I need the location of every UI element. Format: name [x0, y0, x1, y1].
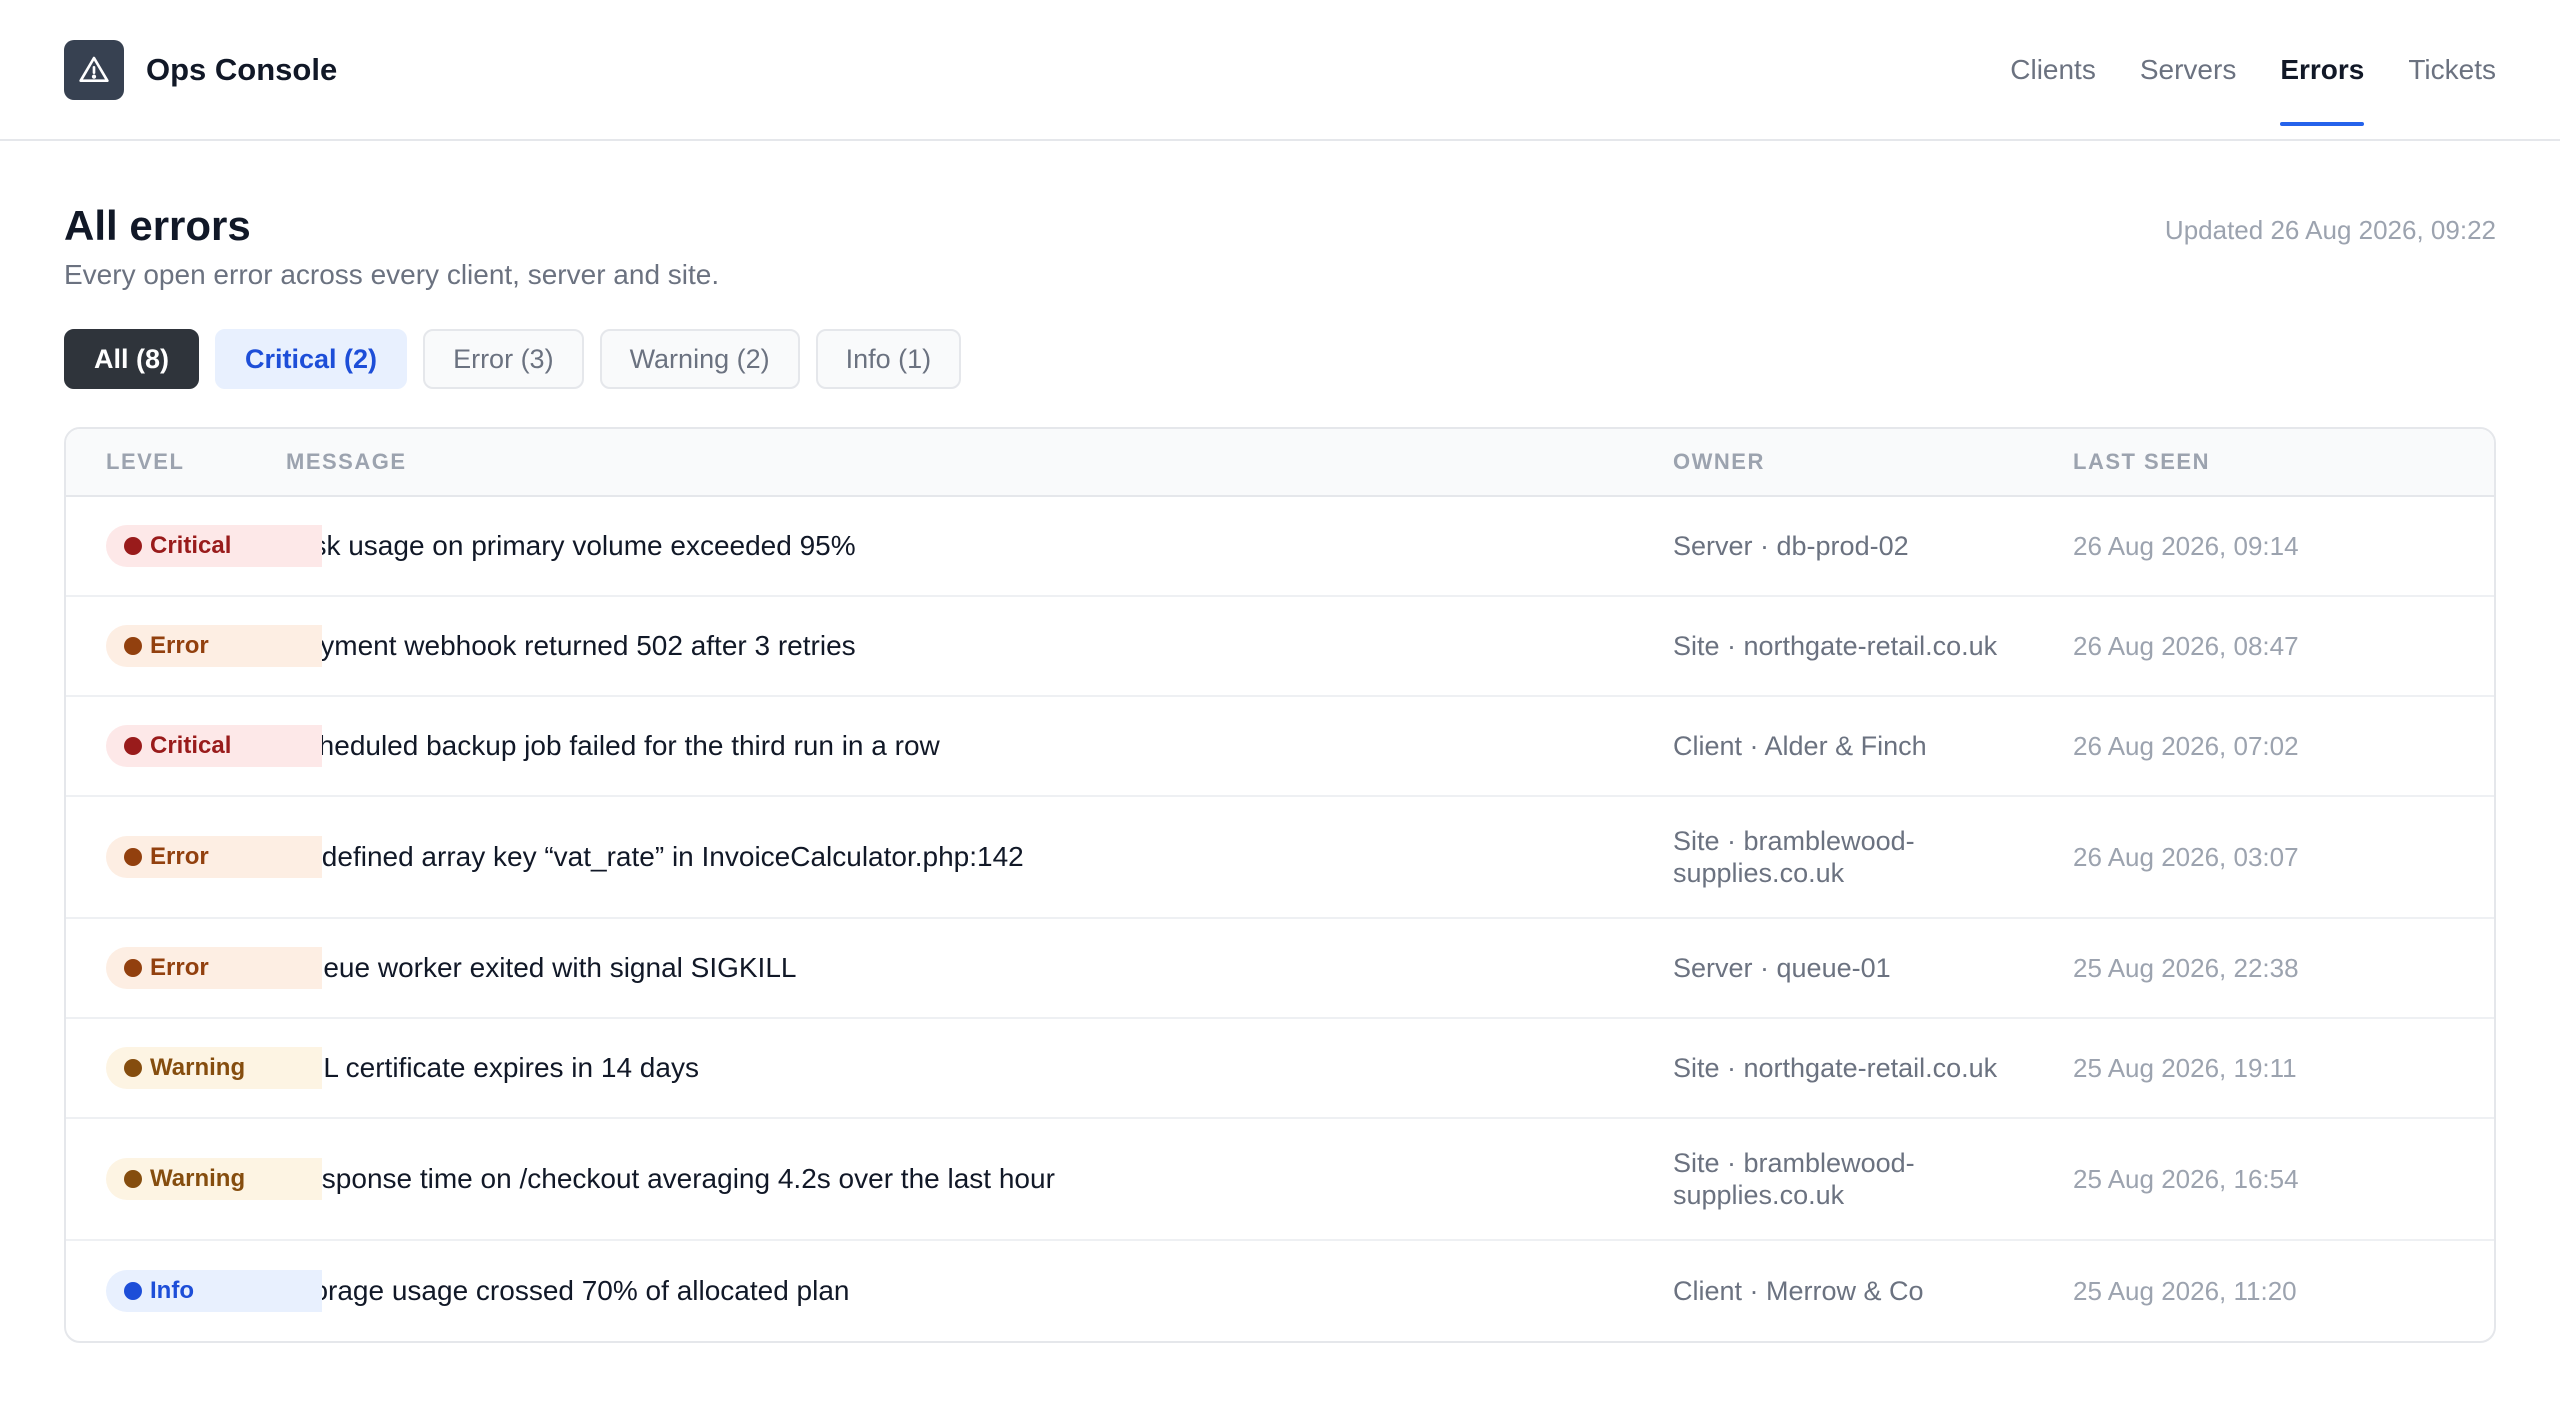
filter-error[interactable]: Error (3): [423, 329, 584, 390]
last-seen: 26 Aug 2026, 03:07: [2073, 841, 2299, 872]
level-label: Error: [150, 843, 209, 871]
error-owner: Client · Merrow & Co: [1673, 1276, 1924, 1307]
error-message: Response time on /checkout averaging 4.2…: [286, 1163, 1055, 1195]
last-seen: 25 Aug 2026, 11:20: [2073, 1275, 2297, 1306]
level-label: Warning: [150, 1165, 246, 1193]
status-dot-icon: [124, 1059, 142, 1078]
top-bar: Ops Console Clients Servers Errors Ticke…: [0, 0, 2560, 141]
status-dot-icon: [124, 1282, 142, 1301]
level-label: Error: [150, 632, 209, 660]
column-header-last-seen[interactable]: LAST SEEN: [2073, 449, 2494, 475]
page-subtitle: Every open error across every client, se…: [64, 259, 720, 291]
filter-warning[interactable]: Warning (2): [599, 329, 800, 390]
table-header: LEVEL MESSAGE OWNER LAST SEEN: [66, 429, 2494, 498]
level-badge: Error: [106, 625, 322, 668]
updated-timestamp: Updated 26 Aug 2026, 09:22: [2164, 215, 2496, 245]
column-header-message[interactable]: MESSAGE: [286, 449, 1673, 475]
error-message: Scheduled backup job failed for the thir…: [286, 730, 940, 762]
error-message: Queue worker exited with signal SIGKILL: [286, 952, 797, 984]
errors-table: LEVEL MESSAGE OWNER LAST SEEN Critical D…: [64, 427, 2496, 1344]
error-owner: Server · db-prod-02: [1673, 531, 1909, 562]
error-message: Payment webhook returned 502 after 3 ret…: [286, 630, 856, 662]
last-seen: 25 Aug 2026, 19:11: [2073, 1052, 2297, 1083]
error-owner: Site · northgate-retail.co.uk: [1673, 1053, 1998, 1084]
level-badge: Warning: [106, 1047, 322, 1090]
table-row[interactable]: Critical Scheduled backup job failed for…: [66, 697, 2494, 798]
table-row[interactable]: Critical Disk usage on primary volume ex…: [66, 497, 2494, 598]
error-owner: Server · queue-01: [1673, 953, 1891, 984]
nav-errors[interactable]: Errors: [2280, 0, 2365, 140]
error-message: SSL certificate expires in 14 days: [286, 1052, 699, 1084]
level-badge: Critical: [106, 725, 322, 768]
error-message: Storage usage crossed 70% of allocated p…: [286, 1275, 850, 1307]
filter-info[interactable]: Info (1): [815, 329, 962, 390]
table-row[interactable]: Error Queue worker exited with signal SI…: [66, 919, 2494, 1020]
error-owner: Site · bramblewood-supplies.co.uk: [1673, 826, 1915, 889]
brand[interactable]: Ops Console: [64, 39, 338, 100]
filter-all[interactable]: All (8): [64, 329, 200, 390]
error-owner: Site · northgate-retail.co.uk: [1673, 631, 1998, 662]
column-header-level[interactable]: LEVEL: [66, 449, 286, 475]
status-dot-icon: [124, 1170, 142, 1189]
status-dot-icon: [124, 537, 142, 556]
filter-critical[interactable]: Critical (2): [215, 329, 408, 390]
page-title: All errors: [64, 202, 251, 249]
nav-clients[interactable]: Clients: [2010, 0, 2096, 140]
level-badge: Warning: [106, 1158, 322, 1201]
table-row[interactable]: Info Storage usage crossed 70% of alloca…: [66, 1241, 2494, 1341]
last-seen: 26 Aug 2026, 08:47: [2073, 630, 2299, 661]
level-badge: Error: [106, 947, 322, 990]
error-owner: Client · Alder & Finch: [1673, 731, 1927, 762]
last-seen: 26 Aug 2026, 09:14: [2073, 530, 2299, 561]
level-filters: All (8) Critical (2) Error (3) Warning (…: [64, 329, 2496, 390]
status-dot-icon: [124, 959, 142, 978]
main-content: All errors Every open error across every…: [0, 141, 2560, 1344]
column-header-owner[interactable]: OWNER: [1673, 446, 2073, 478]
error-message: Undefined array key “vat_rate” in Invoic…: [286, 841, 1024, 873]
table-row[interactable]: Warning SSL certificate expires in 14 da…: [66, 1019, 2494, 1120]
level-label: Critical: [150, 532, 232, 560]
last-seen: 25 Aug 2026, 16:54: [2073, 1163, 2299, 1194]
level-label: Critical: [150, 732, 232, 760]
page-header: All errors Every open error across every…: [64, 141, 2496, 291]
level-label: Error: [150, 954, 209, 982]
last-seen: 26 Aug 2026, 07:02: [2073, 730, 2299, 761]
main-nav: Clients Servers Errors Tickets: [2010, 0, 2496, 140]
app-name: Ops Console: [146, 51, 338, 87]
status-dot-icon: [124, 848, 142, 867]
table-row[interactable]: Error Payment webhook returned 502 after…: [66, 597, 2494, 698]
nav-tickets[interactable]: Tickets: [2408, 0, 2496, 140]
table-row[interactable]: Warning Response time on /checkout avera…: [66, 1119, 2494, 1242]
status-dot-icon: [124, 637, 142, 656]
warning-triangle-icon: [64, 39, 124, 100]
nav-servers[interactable]: Servers: [2140, 0, 2236, 140]
level-badge: Info: [106, 1270, 322, 1313]
error-message: Disk usage on primary volume exceeded 95…: [286, 530, 856, 562]
level-badge: Error: [106, 836, 322, 879]
level-badge: Critical: [106, 525, 322, 568]
table-row[interactable]: Error Undefined array key “vat_rate” in …: [66, 797, 2494, 920]
last-seen: 25 Aug 2026, 22:38: [2073, 952, 2299, 983]
level-label: Info: [150, 1277, 194, 1305]
level-label: Warning: [150, 1054, 246, 1082]
error-owner: Site · bramblewood-supplies.co.uk: [1673, 1148, 1915, 1211]
status-dot-icon: [124, 737, 142, 756]
